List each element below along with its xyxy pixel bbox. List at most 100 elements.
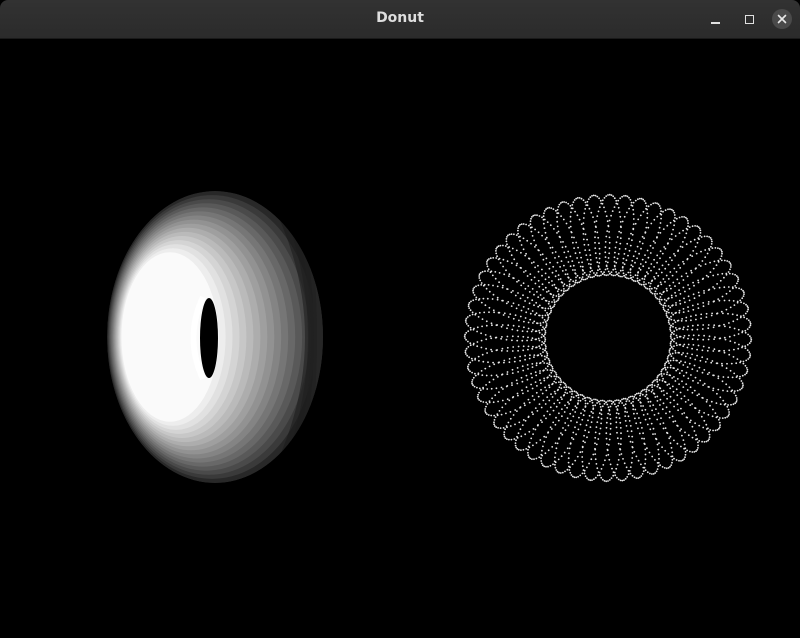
point xyxy=(668,351,671,353)
point xyxy=(534,313,536,316)
point xyxy=(541,298,543,300)
point xyxy=(566,417,569,420)
point xyxy=(511,339,513,342)
point xyxy=(559,266,561,268)
point xyxy=(651,279,654,282)
point xyxy=(660,417,662,419)
point xyxy=(614,251,616,254)
point xyxy=(698,424,701,427)
point xyxy=(711,415,714,418)
point xyxy=(601,405,604,408)
point xyxy=(689,357,692,359)
point xyxy=(504,245,507,247)
maximize-button[interactable] xyxy=(739,9,759,29)
point xyxy=(568,452,570,455)
point xyxy=(589,270,592,273)
point xyxy=(644,231,647,234)
point xyxy=(578,261,580,264)
point xyxy=(541,316,544,319)
point xyxy=(610,400,613,402)
point xyxy=(594,436,597,439)
point xyxy=(495,324,498,327)
point xyxy=(592,194,595,197)
point xyxy=(619,479,622,482)
point xyxy=(472,299,475,302)
point xyxy=(693,451,696,453)
point xyxy=(673,224,675,227)
point xyxy=(620,432,622,435)
point xyxy=(656,385,659,388)
point xyxy=(596,402,598,404)
point xyxy=(600,468,603,470)
point xyxy=(631,446,634,449)
point xyxy=(661,379,664,382)
point xyxy=(714,429,717,432)
point xyxy=(539,294,542,296)
point xyxy=(629,244,632,247)
point xyxy=(682,260,684,263)
point xyxy=(662,422,665,424)
point xyxy=(744,331,747,334)
point xyxy=(728,299,731,302)
point xyxy=(698,294,701,297)
point xyxy=(634,393,637,396)
point xyxy=(613,403,616,406)
point xyxy=(743,291,745,294)
point xyxy=(727,286,730,288)
point xyxy=(536,322,538,325)
point xyxy=(675,459,678,461)
point xyxy=(506,243,508,246)
point xyxy=(654,293,656,295)
minimize-button[interactable] xyxy=(705,9,725,29)
point xyxy=(639,240,641,243)
point xyxy=(662,402,665,405)
point xyxy=(703,382,706,385)
point xyxy=(705,440,708,443)
point xyxy=(552,294,555,297)
point xyxy=(628,435,630,438)
point xyxy=(527,390,529,392)
point xyxy=(708,247,710,250)
point xyxy=(544,307,547,310)
point xyxy=(570,231,573,233)
point xyxy=(696,328,699,331)
point xyxy=(506,438,508,440)
point xyxy=(664,449,667,452)
point xyxy=(640,475,643,477)
point xyxy=(652,202,655,205)
point xyxy=(522,282,525,285)
point xyxy=(748,326,751,329)
title-bar[interactable]: Donut xyxy=(0,0,800,39)
point xyxy=(605,421,608,424)
point xyxy=(672,313,675,316)
point xyxy=(516,448,519,450)
point xyxy=(567,261,570,263)
point xyxy=(581,418,584,421)
point xyxy=(525,252,527,255)
point xyxy=(490,337,493,340)
point xyxy=(644,261,647,264)
point xyxy=(716,392,718,395)
point xyxy=(711,360,714,362)
point xyxy=(603,480,606,482)
point xyxy=(638,197,641,200)
point xyxy=(584,402,587,405)
point xyxy=(587,244,590,246)
point xyxy=(578,218,581,221)
point xyxy=(736,375,739,377)
point xyxy=(578,197,581,199)
point xyxy=(685,232,688,235)
point xyxy=(626,430,629,432)
point xyxy=(559,383,562,386)
point xyxy=(649,290,651,292)
render-canvas[interactable] xyxy=(0,39,800,638)
point xyxy=(679,267,682,269)
point xyxy=(531,458,533,460)
close-button[interactable] xyxy=(772,9,792,29)
point xyxy=(694,225,696,227)
point xyxy=(546,291,548,293)
point xyxy=(676,425,679,427)
point xyxy=(542,335,545,337)
point xyxy=(656,395,659,398)
point xyxy=(626,277,628,280)
